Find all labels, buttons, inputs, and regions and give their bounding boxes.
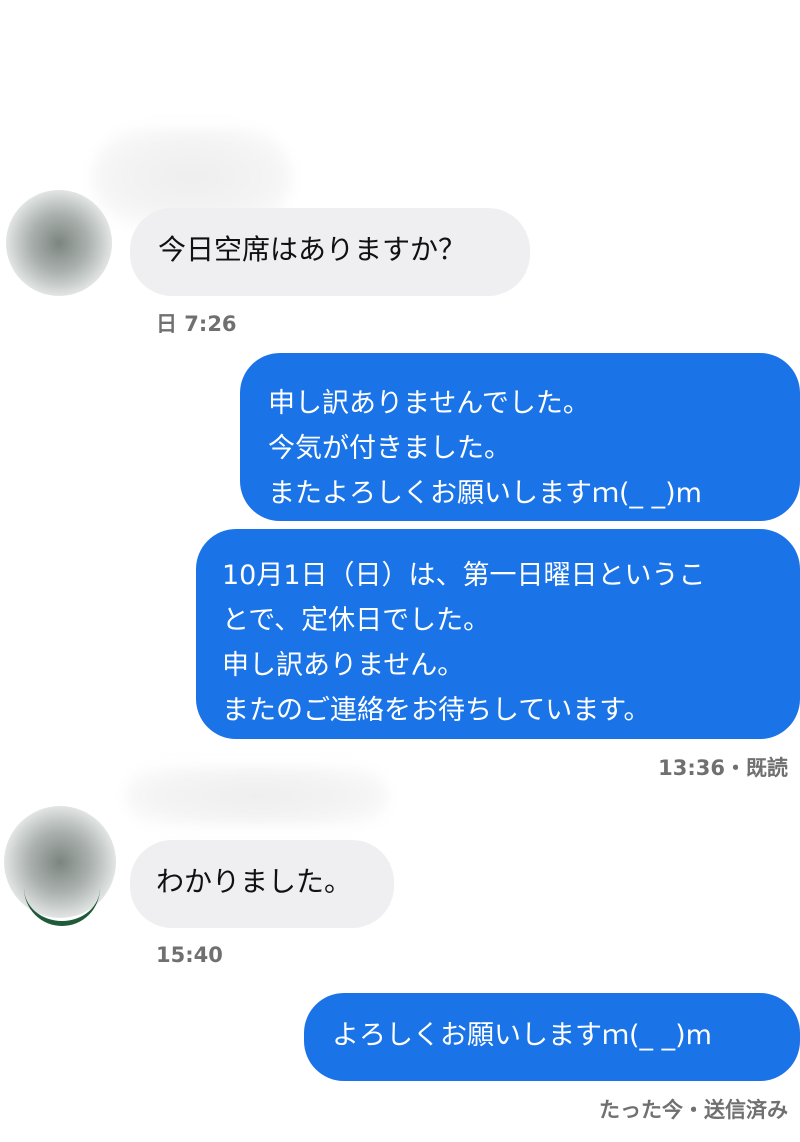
outgoing-message-bubble[interactable]: 10月1日（日）は、第一日曜日というこ とで、定休日でした。 申し訳ありません。… [196, 529, 800, 739]
message-line: とで、定休日でした。 [222, 605, 491, 636]
avatar-ring [24, 886, 100, 926]
read-receipt: 13:36・既読 [658, 756, 788, 780]
chat-thread: 今日空席はありますか？ 日 7:26 申し訳ありませんでした。 今気が付きました… [0, 0, 800, 1142]
sender-name-blurred [126, 766, 388, 826]
message-text: 今日空席はありますか？ [158, 233, 467, 266]
message-line: 申し訳ありませんでした。 [268, 388, 590, 419]
message-line: 今気が付きました。 [268, 433, 511, 464]
incoming-message-bubble[interactable]: わかりました。 [130, 840, 394, 928]
message-line: 10月1日（日）は、第一日曜日というこ [222, 560, 706, 591]
message-text: よろしくお願いしますｍ(_ _)m [332, 1020, 712, 1051]
message-line: またのご連絡をお待ちしています。 [222, 695, 651, 726]
incoming-message-bubble[interactable]: 今日空席はありますか？ [130, 208, 530, 296]
message-timestamp: 日 7:26 [156, 312, 237, 336]
message-timestamp: 15:40 [156, 943, 223, 967]
message-line: 申し訳ありません。 [222, 650, 465, 681]
delivery-status: たった今・送信済み [599, 1098, 788, 1122]
outgoing-message-bubble[interactable]: 申し訳ありませんでした。 今気が付きました。 またよろしくお願いしますｍ(_ _… [240, 353, 800, 521]
sender-avatar[interactable] [6, 190, 112, 296]
message-line: またよろしくお願いしますｍ(_ _)m [268, 478, 702, 509]
message-text: わかりました。 [156, 865, 353, 898]
outgoing-message-bubble[interactable]: よろしくお願いしますｍ(_ _)m [304, 993, 800, 1081]
